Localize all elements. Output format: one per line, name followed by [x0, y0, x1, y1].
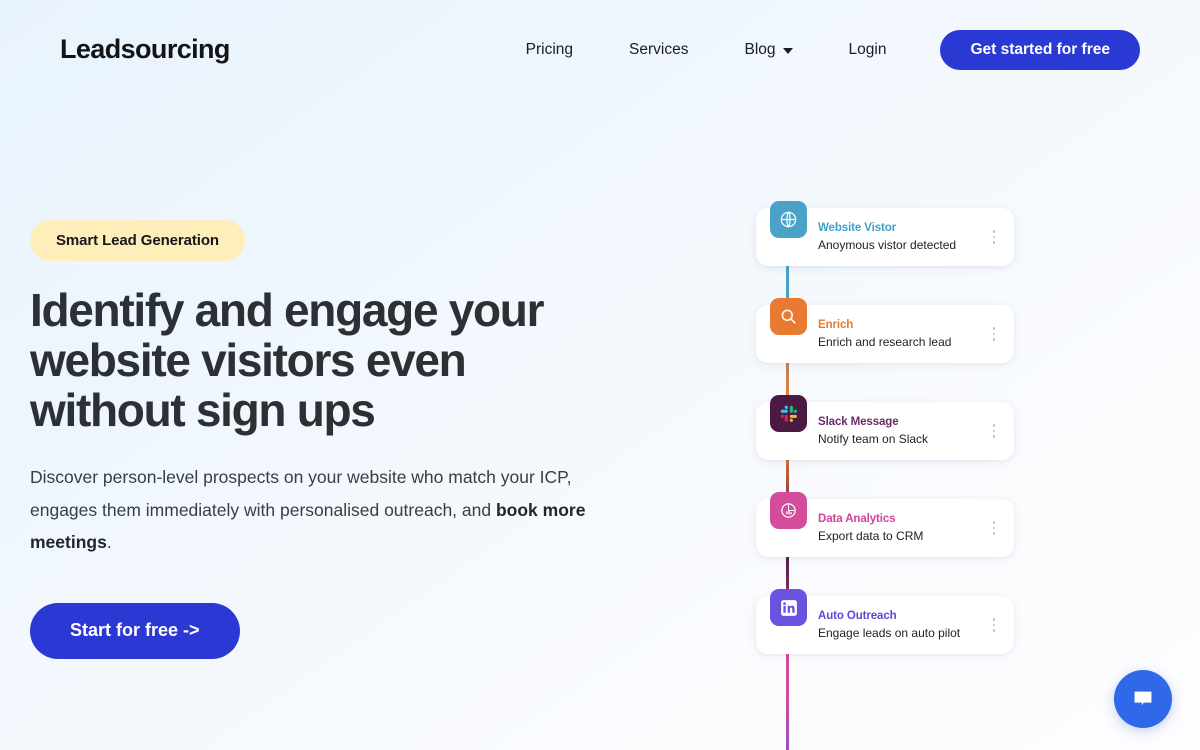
nav-link-blog[interactable]: Blog: [716, 30, 820, 70]
workflow-card-subtitle: Notify team on Slack: [818, 432, 929, 446]
workflow-card-title: Website Vistor: [818, 222, 897, 234]
workflow-card-text: Enrich Enrich and research lead: [818, 318, 986, 350]
main-navigation: Pricing Services Blog Login Get started …: [526, 30, 1140, 70]
nav-link-services-label: Services: [629, 41, 689, 58]
nav-link-login[interactable]: Login: [821, 30, 915, 70]
nav-link-pricing[interactable]: Pricing: [526, 30, 601, 70]
kebab-menu-icon[interactable]: [986, 230, 1002, 244]
workflow-card-text: Data Analytics Export data to CRM: [818, 512, 986, 544]
workflow-diagram: Website Vistor Anoymous vistor detected …: [756, 201, 1014, 750]
chat-widget-button[interactable]: [1114, 670, 1172, 728]
workflow-card-subtitle: Anoymous vistor detected: [818, 238, 957, 252]
brand-logo[interactable]: Leadsourcing: [60, 34, 230, 65]
site-header: Leadsourcing Pricing Services Blog Login…: [0, 0, 1200, 100]
analytics-chart-icon: [770, 492, 807, 529]
workflow-card-auto-outreach[interactable]: Auto Outreach Engage leads on auto pilot: [756, 589, 1014, 654]
workflow-card-website-visitor[interactable]: Website Vistor Anoymous vistor detected: [756, 201, 1014, 266]
globe-icon: [770, 201, 807, 238]
nav-link-login-label: Login: [848, 41, 887, 58]
workflow-card-title: Enrich: [818, 319, 854, 331]
workflow-card-title: Slack Message: [818, 416, 899, 428]
kebab-menu-icon[interactable]: [986, 327, 1002, 341]
kebab-menu-icon[interactable]: [986, 618, 1002, 632]
nav-link-services[interactable]: Services: [601, 30, 716, 70]
nav-link-pricing-label: Pricing: [525, 41, 574, 58]
linkedin-icon: [770, 589, 807, 626]
chevron-down-icon: [782, 48, 793, 54]
kebab-menu-icon[interactable]: [986, 424, 1002, 438]
workflow-card-subtitle: Export data to CRM: [818, 529, 924, 543]
workflow-card-text: Slack Message Notify team on Slack: [818, 415, 986, 447]
slack-icon: [770, 395, 807, 432]
workflow-card-enrich[interactable]: Enrich Enrich and research lead: [756, 298, 1014, 363]
hero-subtext-tail: .: [106, 532, 112, 552]
chat-bubble-icon: [1134, 691, 1152, 706]
hero-section: Smart Lead Generation Identify and engag…: [30, 220, 630, 659]
hero-headline: Identify and engage your website visitor…: [30, 284, 545, 436]
nav-link-blog-label: Blog: [744, 41, 776, 58]
hero-badge: Smart Lead Generation: [30, 220, 245, 261]
workflow-card-subtitle: Enrich and research lead: [818, 335, 952, 349]
hero-subtext-lead: Discover person-level prospects on your …: [30, 467, 572, 520]
get-started-button[interactable]: Get started for free: [940, 30, 1140, 70]
start-for-free-button[interactable]: Start for free ->: [30, 602, 240, 659]
workflow-card-text: Website Vistor Anoymous vistor detected: [818, 221, 986, 253]
workflow-card-data-analytics[interactable]: Data Analytics Export data to CRM: [756, 492, 1014, 557]
workflow-card-title: Data Analytics: [818, 513, 896, 525]
workflow-card-subtitle: Engage leads on auto pilot: [818, 626, 961, 640]
search-icon: [770, 298, 807, 335]
hero-subtext: Discover person-level prospects on your …: [30, 461, 590, 559]
kebab-menu-icon[interactable]: [986, 521, 1002, 535]
workflow-card-title: Auto Outreach: [818, 610, 897, 622]
workflow-card-text: Auto Outreach Engage leads on auto pilot: [818, 609, 986, 641]
workflow-card-slack-message[interactable]: Slack Message Notify team on Slack: [756, 395, 1014, 460]
